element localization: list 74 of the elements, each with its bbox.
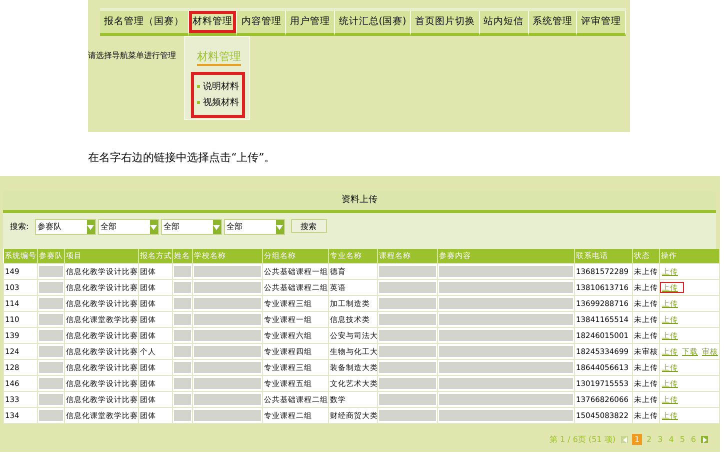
redaction-block <box>194 330 261 341</box>
previous-page-icon[interactable] <box>621 436 628 443</box>
redaction-block <box>379 266 436 277</box>
redaction-block <box>194 346 261 357</box>
caret-icon <box>86 220 95 234</box>
dropdown-title: 材料管理 <box>197 49 241 66</box>
redaction-block <box>194 314 261 325</box>
redaction-block <box>194 298 261 309</box>
redaction-block <box>194 378 261 389</box>
redaction-block <box>174 410 191 421</box>
redaction-block <box>174 378 191 389</box>
redaction-block <box>39 282 63 293</box>
redaction-block <box>39 394 63 405</box>
nav-tab[interactable]: 站内短信 <box>480 11 529 36</box>
caret-icon <box>276 220 284 234</box>
redaction-block <box>174 266 191 277</box>
redaction-block <box>379 362 436 373</box>
nav-tab[interactable]: 系统管理 <box>528 11 578 36</box>
menu-item[interactable]: 说明材料 <box>197 78 242 94</box>
redaction-block <box>39 378 63 389</box>
redaction-block <box>379 298 436 309</box>
next-page-icon[interactable] <box>701 436 708 443</box>
dropdown-field[interactable]: 全部 <box>160 219 222 235</box>
redaction-block <box>174 282 191 293</box>
redaction-block <box>379 314 436 325</box>
menu-item[interactable]: 视频材料 <box>197 94 242 110</box>
redaction-block <box>194 266 261 277</box>
redaction-block <box>39 346 63 357</box>
page-summary: 第 1 / 6页 (51 项) <box>549 434 616 445</box>
redaction-block <box>174 362 191 373</box>
page-number[interactable]: 4 <box>668 435 675 444</box>
redaction-block <box>379 394 436 405</box>
redaction-block <box>194 362 261 373</box>
nav-tab[interactable]: 材料管理 <box>188 11 238 36</box>
nav-tab[interactable]: 统计汇总(国赛) <box>334 11 412 36</box>
search-button[interactable]: 搜索 <box>290 219 327 233</box>
dropdown-field[interactable]: 全部 <box>98 219 159 235</box>
caption-text: 在名字右边的链接中选择点击“上传”。 <box>88 150 276 166</box>
search-label: 搜索: <box>10 221 29 233</box>
dropdown-field[interactable]: 全部 <box>224 219 285 235</box>
redaction-block <box>194 394 261 405</box>
hint-text: 请选择导航菜单进行管理 <box>88 50 176 61</box>
page-number[interactable]: 6 <box>690 435 697 444</box>
panel-title: 资料上传 <box>342 195 378 205</box>
redaction-block <box>379 410 436 421</box>
nav-tab[interactable]: 用户管理 <box>286 11 335 36</box>
dropdown-field[interactable]: 参赛队 <box>34 219 96 235</box>
redaction-block <box>194 282 261 293</box>
page-number[interactable]: 1 <box>632 434 642 445</box>
redaction-block <box>39 314 63 325</box>
redaction-block <box>174 330 191 341</box>
redaction-block <box>174 298 191 309</box>
caret-icon <box>150 220 158 234</box>
redaction-block <box>174 346 191 357</box>
redaction-block <box>194 410 261 421</box>
redaction-block <box>39 330 63 341</box>
redaction-block <box>174 314 191 325</box>
page-number[interactable]: 5 <box>678 435 686 444</box>
redaction-block <box>379 378 436 389</box>
nav-tab[interactable]: 评审管理 <box>577 11 626 36</box>
redaction-block <box>39 298 63 309</box>
page-number[interactable]: 2 <box>646 435 653 444</box>
redaction-block <box>379 330 436 341</box>
caret-icon <box>212 220 221 234</box>
nav-tab[interactable]: 报名管理（国赛） <box>100 11 189 36</box>
redaction-block <box>379 346 436 357</box>
redaction-block <box>39 266 63 277</box>
redaction-block <box>379 282 436 293</box>
redaction-block <box>39 362 63 373</box>
redaction-block <box>174 394 191 405</box>
nav-tab[interactable]: 首页图片切换 <box>411 11 480 36</box>
page-number[interactable]: 3 <box>656 435 664 444</box>
redaction-block <box>39 410 63 421</box>
nav-tab[interactable]: 内容管理 <box>237 11 286 36</box>
